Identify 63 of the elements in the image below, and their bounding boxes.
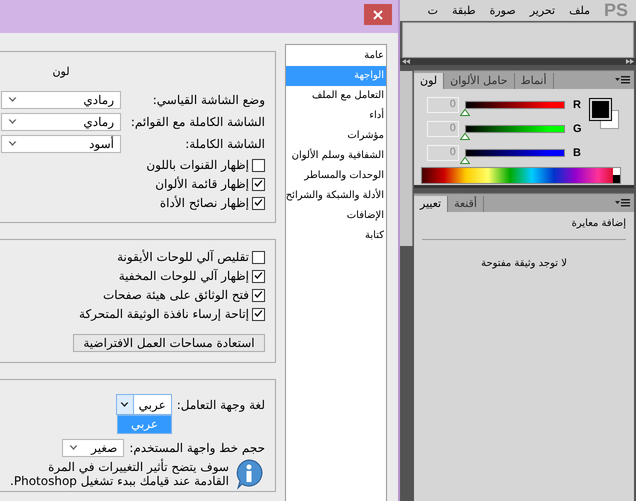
dropdown[interactable]: رمادي — [1, 91, 121, 109]
spectrum-bar[interactable] — [421, 167, 621, 184]
checkbox-label: إظهار نصائح الأداة — [160, 196, 249, 210]
category-item[interactable]: الأدلة والشبكة والشرائح — [286, 186, 386, 206]
field-label: لغة وجهة التعامل: — [176, 398, 265, 412]
panel-tab[interactable]: تعيير — [414, 196, 448, 212]
checkbox[interactable] — [252, 250, 265, 264]
checkbox-label: إتاحة إرساء نافذة الوثيقة المتحركة — [79, 307, 249, 321]
checkbox-label: إظهار آلي للوحات المخفية — [118, 269, 249, 283]
field-label: حجم خط واجهة المستخدم: — [129, 440, 265, 454]
menu-item[interactable]: ملف — [569, 4, 590, 17]
field-label: الشاشة الكاملة: — [184, 137, 265, 151]
channel-label: G — [573, 123, 582, 135]
category-item[interactable]: الشفافية وسلم الألوان — [286, 146, 386, 166]
menu-item[interactable]: ت — [428, 4, 438, 17]
empty-message: لا توجد وثيقة مفتوحة — [480, 258, 568, 269]
category-item[interactable]: أداء — [286, 106, 386, 126]
checkbox-label: فتح الوثائق على هيئة صفحات — [103, 288, 249, 302]
channel-label: B — [573, 147, 581, 159]
panel-tab[interactable]: لون — [414, 73, 444, 89]
caret-icon — [120, 402, 130, 408]
checkbox-label: إظهار القنوات باللون — [146, 158, 249, 172]
caret-icon — [8, 119, 17, 125]
caret-icon — [8, 141, 17, 147]
menu-item[interactable]: صورة — [490, 4, 516, 17]
dropdown[interactable]: صغير — [62, 438, 124, 456]
caret-icon — [8, 97, 17, 103]
restore-button[interactable]: استعادة مساحات العمل الافتراضية — [73, 334, 265, 352]
category-item[interactable]: كتابة — [286, 226, 386, 246]
channel-label: R — [573, 99, 581, 111]
category-item[interactable]: الوحدات والمساطر — [286, 166, 386, 186]
close-icon — [373, 10, 383, 20]
app-logo: PS — [604, 0, 628, 21]
dropdown[interactable]: رمادي — [1, 113, 121, 131]
checkbox[interactable] — [252, 308, 265, 320]
close-button[interactable] — [364, 4, 392, 25]
checkbox-label: إظهار قائمة الألوان — [155, 177, 249, 191]
category-item[interactable]: عامة — [286, 46, 386, 66]
slider-thumb[interactable] — [460, 109, 470, 116]
checkbox[interactable] — [252, 196, 265, 210]
category-item[interactable]: الإضافات — [286, 206, 386, 226]
info-note: سوف يتضح تأثير التغييرات في المرة القادمة عند قيامك ببدء تشغيل Photoshop. — [10, 460, 229, 488]
menu-item[interactable]: طبقة — [452, 4, 476, 17]
checkbox[interactable] — [252, 178, 265, 190]
category-item[interactable]: التعامل مع الملف — [286, 86, 386, 106]
panel-menu-icon[interactable] — [615, 199, 630, 207]
menu-item[interactable]: تحرير — [530, 4, 556, 17]
checkbox[interactable] — [252, 288, 265, 302]
slider-thumb[interactable] — [460, 157, 470, 164]
add-adjustment-label: إضافة معايرة — [422, 218, 626, 240]
foreground-swatch[interactable] — [590, 99, 611, 120]
field-label: الشاشة الكاملة مع القوائم: — [130, 115, 265, 129]
checkbox[interactable] — [252, 270, 265, 282]
slider-thumb[interactable] — [460, 133, 470, 140]
category-item[interactable]: مؤشرات — [286, 126, 386, 146]
caret-icon — [69, 444, 78, 450]
field-label: وضع الشاشة القياسي: — [152, 93, 265, 107]
column-header: لون — [51, 65, 71, 78]
checkbox[interactable] — [252, 158, 265, 172]
language-dropdown[interactable]: عربي — [116, 394, 172, 415]
dropdown[interactable]: أسود — [1, 135, 121, 153]
panel-menu-icon[interactable] — [615, 76, 630, 84]
checkbox-label: تقليص آلي للوحات الأيقونة — [117, 250, 249, 264]
